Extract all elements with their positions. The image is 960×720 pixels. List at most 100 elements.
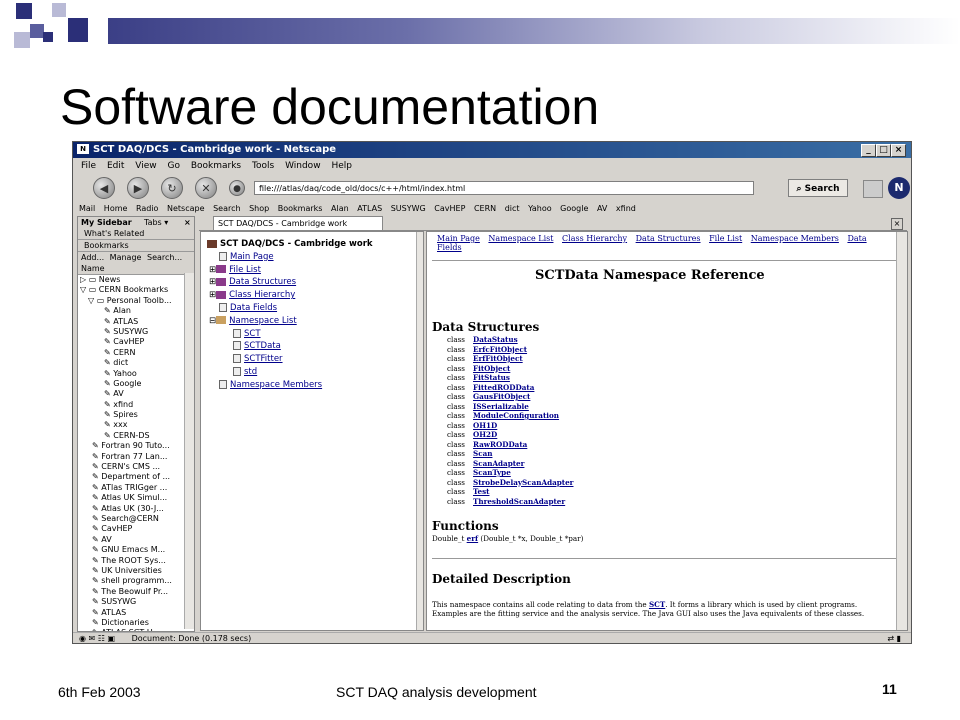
forward-button[interactable]: ▶ <box>127 177 149 199</box>
menu-go[interactable]: Go <box>167 161 179 171</box>
content-scrollbar[interactable] <box>896 232 907 630</box>
bookmark-item[interactable]: ✎ SUSYWG <box>78 327 194 337</box>
class-link[interactable]: Test <box>473 487 489 496</box>
class-link[interactable]: Scan <box>473 449 492 458</box>
class-link[interactable]: FitObject <box>473 364 510 373</box>
bookmark-item[interactable]: ✎ Alan <box>78 306 194 316</box>
class-link[interactable]: FitStatus <box>473 373 510 382</box>
class-link[interactable]: OH2D <box>473 430 497 439</box>
bookmark-item[interactable]: ✎ CERN <box>78 348 194 358</box>
nav-link-file-list[interactable]: File List <box>709 234 742 243</box>
bookmark-item[interactable]: ▷ ▭ News <box>78 275 194 285</box>
pt-alan[interactable]: Alan <box>331 204 349 213</box>
pt-yahoo[interactable]: Yahoo <box>528 204 552 213</box>
toc-ns-item[interactable]: SCT <box>207 328 423 341</box>
nav-link-namespace-list[interactable]: Namespace List <box>488 234 553 243</box>
search-button[interactable]: ⌕ Search <box>788 179 848 197</box>
class-link[interactable]: RawRODData <box>473 440 527 449</box>
go-button[interactable]: ● <box>229 180 245 196</box>
class-link[interactable]: ModuleConfiguration <box>473 411 559 420</box>
desc-link-sct[interactable]: SCT <box>649 600 665 609</box>
toc-link-data-structures[interactable]: Data Structures <box>229 277 296 287</box>
bookmark-item[interactable]: ✎ Department of ... <box>78 472 194 482</box>
pt-radio[interactable]: Radio <box>136 204 158 213</box>
toc-item[interactable]: ⊞ Data Structures <box>207 276 423 289</box>
nav-link-data-structures[interactable]: Data Structures <box>636 234 701 243</box>
tab-sct-daq[interactable]: SCT DAQ/DCS - Cambridge work <box>213 216 383 230</box>
menu-file[interactable]: File <box>81 161 96 171</box>
bookmark-item[interactable]: ✎ Search@CERN <box>78 514 194 524</box>
bookmark-item[interactable]: ✎ Google <box>78 379 194 389</box>
bookmark-item[interactable]: ✎ GNU Emacs M... <box>78 545 194 555</box>
toc-item[interactable]: ⊞ File List <box>207 264 423 277</box>
bookmark-item[interactable]: ✎ The ROOT Sys... <box>78 556 194 566</box>
bookmark-item[interactable]: ✎ Yahoo <box>78 369 194 379</box>
pt-atlas[interactable]: ATLAS <box>357 204 382 213</box>
menu-window[interactable]: Window <box>285 161 321 171</box>
nav-link-class-hierarchy[interactable]: Class Hierarchy <box>562 234 627 243</box>
bookmark-item[interactable]: ✎ CERN-DS <box>78 431 194 441</box>
back-button[interactable]: ◀ <box>93 177 115 199</box>
close-tab-icon[interactable]: × <box>891 218 903 230</box>
toc-link-class-hierarchy[interactable]: Class Hierarchy <box>229 290 295 300</box>
menu-view[interactable]: View <box>135 161 156 171</box>
toc-item[interactable]: ⊞ Class Hierarchy <box>207 289 423 302</box>
print-icon[interactable] <box>863 180 883 198</box>
toc-item[interactable]: Data Fields <box>207 302 423 315</box>
sidebar-tab-bookmarks[interactable]: Bookmarks <box>78 240 194 252</box>
pt-av[interactable]: AV <box>597 204 607 213</box>
bookmark-item[interactable]: ✎ Fortran 77 Lan... <box>78 452 194 462</box>
class-link[interactable]: ISSerializable <box>473 402 529 411</box>
bookmark-item[interactable]: ✎ Atlas UK Simul... <box>78 493 194 503</box>
reload-button[interactable]: ↻ <box>161 177 183 199</box>
menu-help[interactable]: Help <box>331 161 352 171</box>
nav-link-namespace-members[interactable]: Namespace Members <box>751 234 839 243</box>
toc-item[interactable]: Namespace Members <box>207 379 423 392</box>
toc-link-sctdata[interactable]: SCTData <box>244 341 281 351</box>
pt-shop[interactable]: Shop <box>249 204 269 213</box>
bookmark-item[interactable]: ✎ dict <box>78 358 194 368</box>
search-bookmarks-button[interactable]: Search... <box>147 253 182 262</box>
bookmark-item[interactable]: ✎ Dictionaries <box>78 618 194 628</box>
manage-bookmarks-button[interactable]: Manage <box>110 253 142 262</box>
bookmark-item[interactable]: ✎ ATlas TRIGger ... <box>78 483 194 493</box>
bookmark-item[interactable]: ✎ shell programm... <box>78 576 194 586</box>
sidebar-scrollbar[interactable] <box>184 273 194 629</box>
class-link[interactable]: ErfcFitObject <box>473 345 527 354</box>
toc-link-std[interactable]: std <box>244 367 257 377</box>
pt-google[interactable]: Google <box>560 204 588 213</box>
bookmark-item[interactable]: ✎ UK Universities <box>78 566 194 576</box>
pt-cavhep[interactable]: CavHEP <box>434 204 465 213</box>
bookmark-item[interactable]: ✎ xfind <box>78 400 194 410</box>
toc-link-sct[interactable]: SCT <box>244 329 261 339</box>
bookmark-item[interactable]: ✎ ATLAS <box>78 317 194 327</box>
class-link[interactable]: FittedRODData <box>473 383 534 392</box>
bookmark-item[interactable]: ✎ Atlas UK (30-J... <box>78 504 194 514</box>
pt-search[interactable]: Search <box>213 204 240 213</box>
bookmark-item[interactable]: ✎ CavHEP <box>78 337 194 347</box>
minimize-button[interactable]: _ <box>861 144 876 157</box>
toc-link-data-fields[interactable]: Data Fields <box>230 303 277 313</box>
maximize-button[interactable]: □ <box>876 144 891 157</box>
class-link[interactable]: StrobeDelayScanAdapter <box>473 478 573 487</box>
nav-link-main-page[interactable]: Main Page <box>437 234 480 243</box>
pt-xfind[interactable]: xfind <box>616 204 636 213</box>
bookmark-item[interactable]: ✎ AV <box>78 389 194 399</box>
pt-dict[interactable]: dict <box>505 204 520 213</box>
menu-bookmarks[interactable]: Bookmarks <box>191 161 241 171</box>
bookmark-item[interactable]: ✎ AV <box>78 535 194 545</box>
pt-susywg[interactable]: SUSYWG <box>391 204 426 213</box>
bookmark-item[interactable]: ✎ The Beowulf Pr... <box>78 587 194 597</box>
class-link[interactable]: DataStatus <box>473 335 518 344</box>
pt-bookmarks[interactable]: Bookmarks <box>278 204 323 213</box>
bookmark-item[interactable]: ✎ xxx <box>78 420 194 430</box>
bookmark-item[interactable]: ▽ ▭ CERN Bookmarks <box>78 285 194 295</box>
class-link[interactable]: GausFitObject <box>473 392 530 401</box>
toc-link-file-list[interactable]: File List <box>229 265 261 275</box>
function-link-erf[interactable]: erf <box>467 534 478 543</box>
menu-tools[interactable]: Tools <box>252 161 274 171</box>
toc-scrollbar[interactable] <box>416 232 423 630</box>
pt-netscape[interactable]: Netscape <box>167 204 205 213</box>
toc-link-sctfitter[interactable]: SCTFitter <box>244 354 283 364</box>
sidebar-tabs-menu[interactable]: Tabs ▾ <box>144 217 168 228</box>
